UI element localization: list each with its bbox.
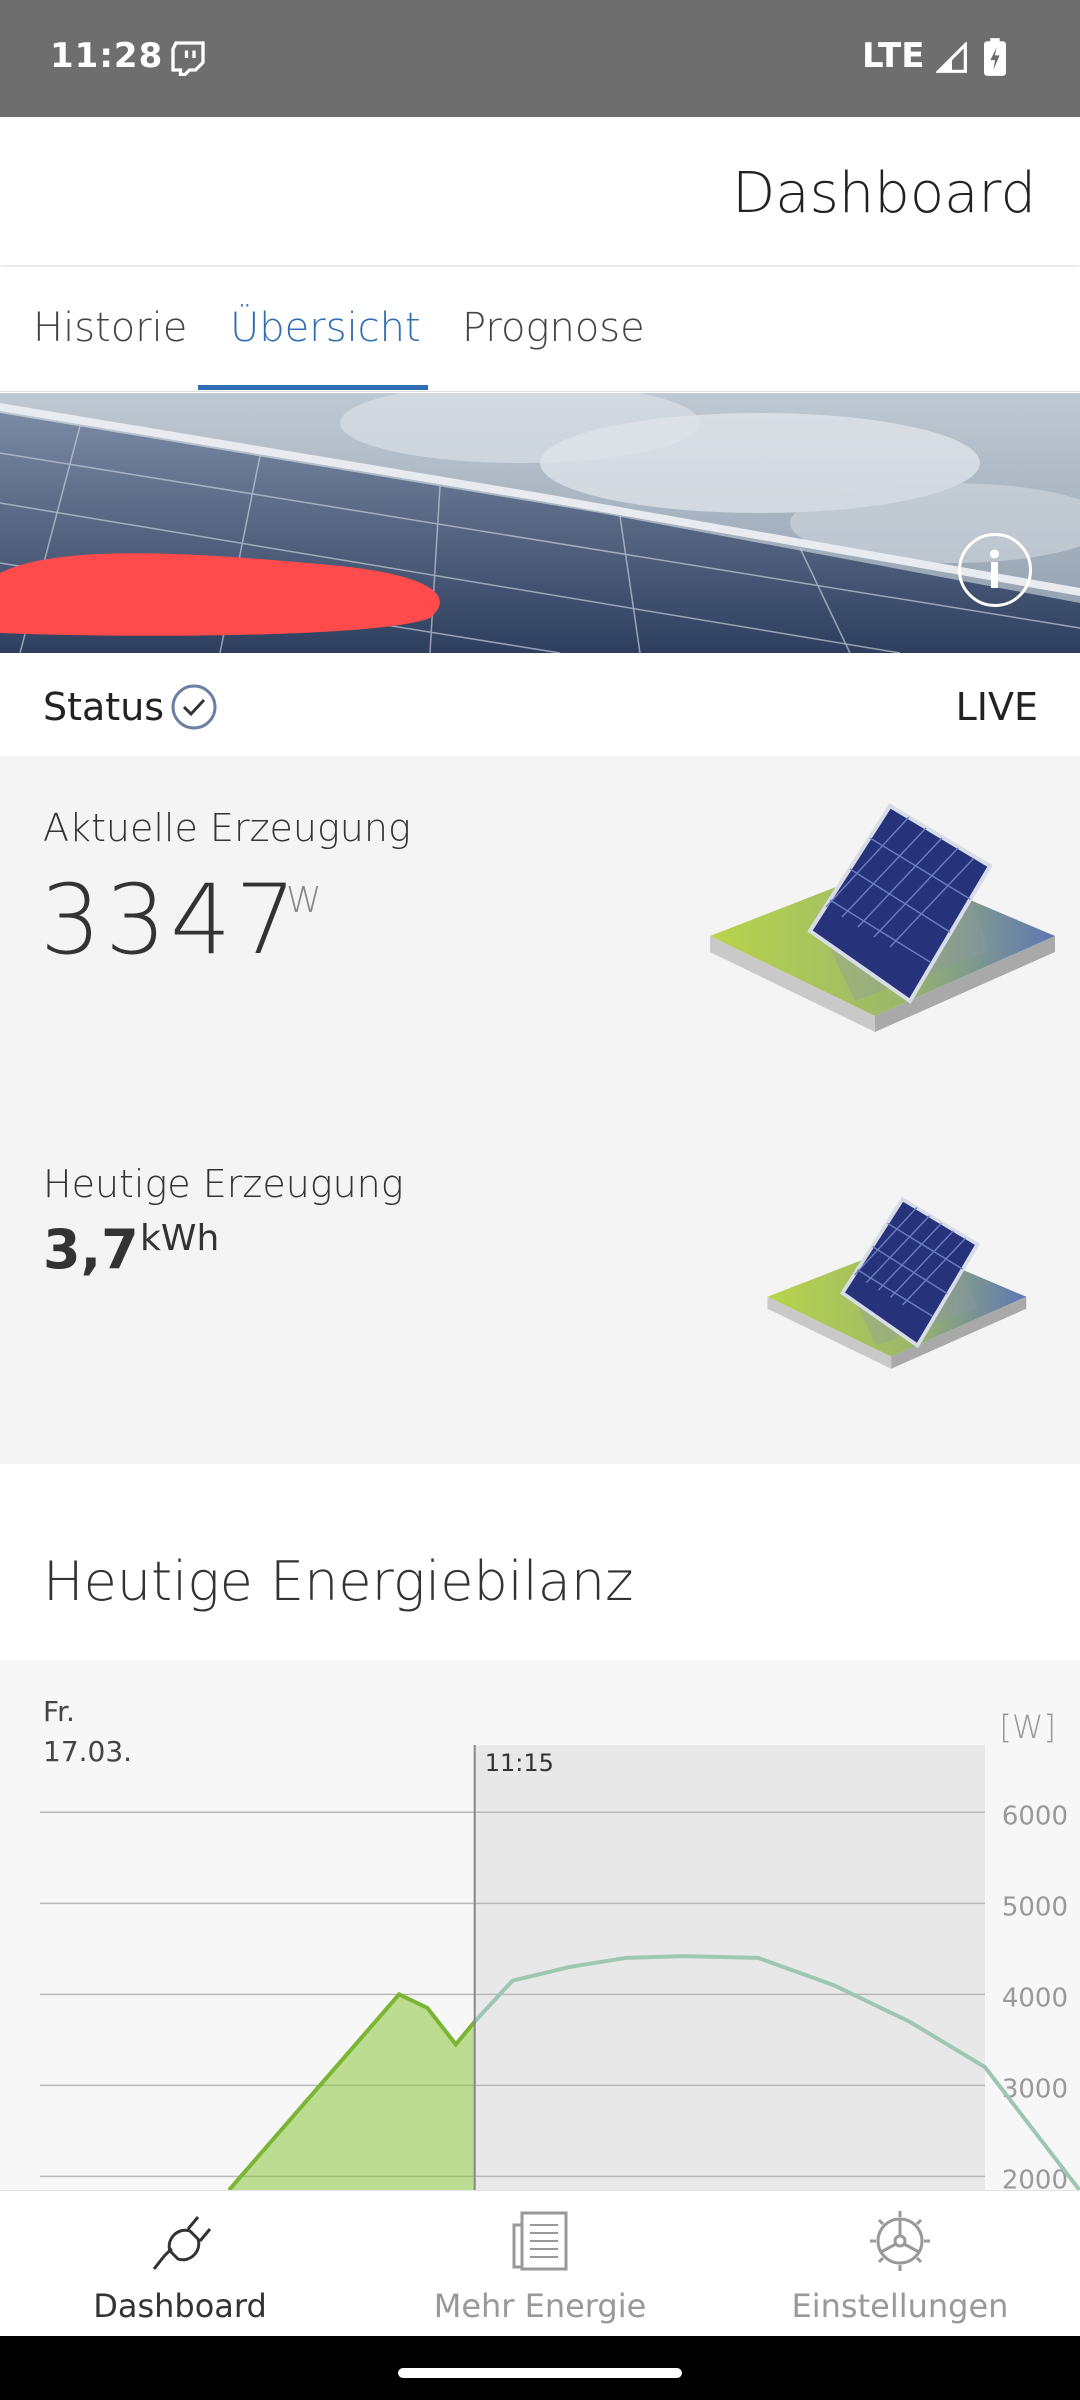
y-tick-label: 5000	[1002, 1892, 1068, 1922]
solar-roof-photo	[0, 393, 1080, 653]
home-gesture-handle[interactable]	[398, 2368, 682, 2378]
status-label: Status	[43, 685, 165, 729]
energy-balance-title: Heutige Energiebilanz	[43, 1550, 634, 1613]
check-circle-icon	[171, 684, 217, 730]
y-tick-label: 4000	[1002, 1983, 1068, 2013]
nav-dashboard-label: Dashboard	[93, 2287, 267, 2325]
nav-mehr-energie[interactable]: Mehr Energie	[390, 2191, 690, 2337]
production-panel: Aktuelle Erzeugung 3347 W Heutige Erzeug…	[0, 756, 1080, 1464]
nav-mehr-energie-label: Mehr Energie	[433, 2287, 647, 2325]
bottom-navigation: Dashboard Mehr Energie Einstellungen	[0, 2190, 1080, 2337]
tab-uebersicht[interactable]: Übersicht	[230, 305, 421, 351]
today-production-unit: kWh	[140, 1218, 220, 1259]
tab-prognose[interactable]: Prognose	[462, 305, 645, 351]
page-title: Dashboard	[732, 161, 1036, 226]
system-status-bar: 11:28 LTE	[0, 0, 1080, 117]
chart-plot: 6000500040003000200011:15	[40, 1745, 1080, 2190]
plant-banner-image	[0, 393, 1080, 653]
tab-historie[interactable]: Historie	[33, 305, 187, 351]
time-cursor-label: 11:15	[485, 1749, 554, 1777]
y-tick-label: 6000	[1002, 1801, 1068, 1831]
plug-icon	[152, 2216, 212, 2270]
nav-einstellungen-label: Einstellungen	[791, 2287, 1009, 2325]
network-type: LTE	[862, 36, 925, 76]
current-production-value: 3347	[40, 864, 301, 976]
info-icon	[990, 549, 999, 588]
signal-icon	[936, 42, 967, 73]
twitch-icon	[171, 41, 205, 76]
current-production-label: Aktuelle Erzeugung	[43, 806, 411, 850]
settings-wheel-icon	[870, 2211, 930, 2271]
tab-bar: Historie Übersicht Prognose	[0, 267, 1080, 392]
status-row: Status LIVE	[0, 655, 1080, 755]
nav-einstellungen[interactable]: Einstellungen	[750, 2191, 1050, 2337]
current-production-unit: W	[286, 880, 322, 921]
solar-panel-small-illustration	[767, 1196, 1027, 1369]
nav-dashboard[interactable]: Dashboard	[30, 2191, 330, 2337]
app-bar: Dashboard	[0, 117, 1080, 265]
solar-panel-illustration	[710, 803, 1055, 1032]
info-button[interactable]	[958, 533, 1032, 607]
today-production-label: Heutige Erzeugung	[43, 1162, 404, 1206]
active-tab-indicator	[198, 385, 428, 390]
clock: 11:28	[50, 36, 164, 76]
newspaper-icon	[512, 2211, 568, 2271]
y-tick-label: 2000	[1002, 2165, 1068, 2190]
energy-balance-chart[interactable]: Fr. 17.03. [W] 6000 5000 4000 3000 2000 11:15	[0, 1660, 1080, 2190]
today-production-value: 3,7	[43, 1218, 139, 1281]
battery-charging-icon	[984, 38, 1006, 76]
live-indicator: LIVE	[955, 685, 1038, 729]
